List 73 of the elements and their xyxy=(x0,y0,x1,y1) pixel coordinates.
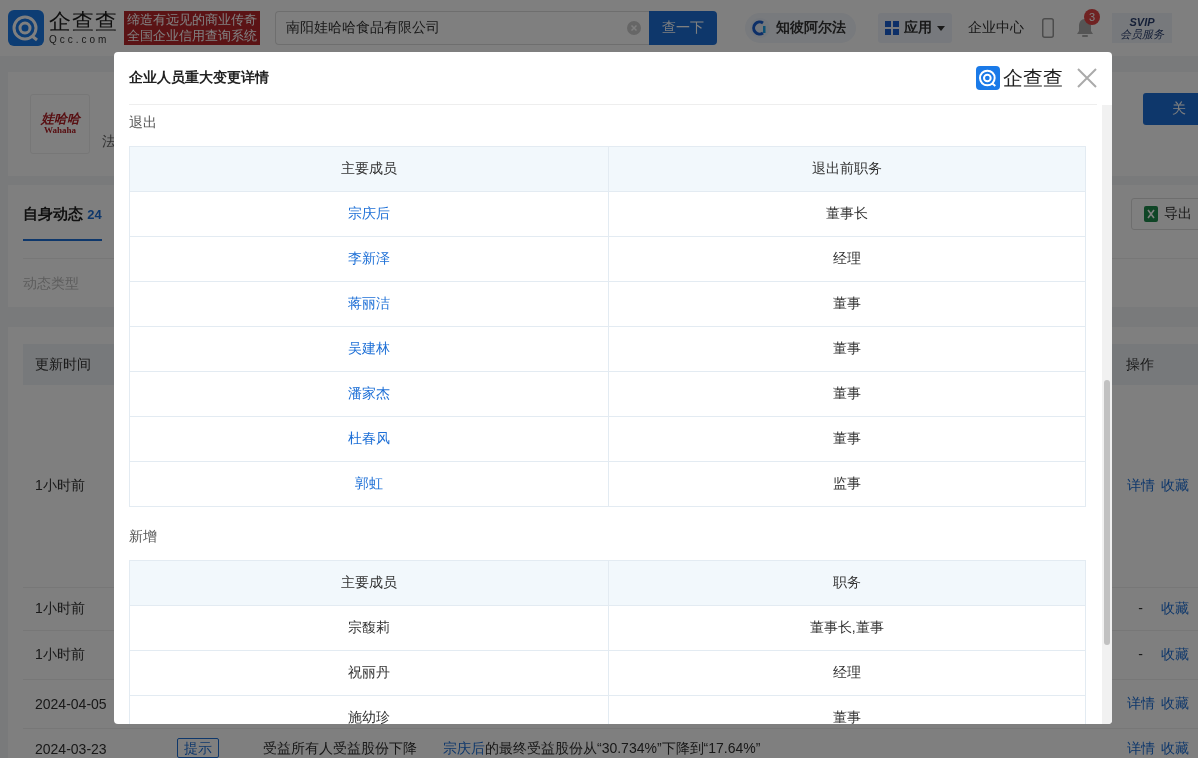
member-name: 宗馥莉 xyxy=(347,619,390,637)
enterprise-center-link[interactable]: 企业中心 xyxy=(968,19,1024,37)
action-text: - xyxy=(1137,646,1144,664)
action-link[interactable]: 收藏 xyxy=(1160,646,1189,664)
action-link[interactable]: 收藏 xyxy=(1160,477,1189,495)
search-field[interactable]: 南阳娃哈哈食品有限公司 xyxy=(275,11,649,45)
legal-rep-label: 法 xyxy=(102,133,116,151)
member-link[interactable]: 郭虹 xyxy=(354,475,383,493)
dialog-title: 企业人员重大变更详情 xyxy=(129,69,269,87)
search-button[interactable]: 查一下 xyxy=(649,11,717,45)
apps-menu[interactable]: 应用 xyxy=(878,13,952,43)
clear-icon[interactable] xyxy=(627,21,641,35)
member-link[interactable]: 杜春风 xyxy=(347,430,390,448)
close-icon[interactable] xyxy=(1077,68,1097,88)
brand-button[interactable]: 知彼阿尔法 xyxy=(745,13,856,43)
role-text: 董事 xyxy=(832,385,861,403)
member-link[interactable]: 蒋丽洁 xyxy=(347,295,390,313)
logo-name[interactable]: 企查查 xyxy=(49,11,118,33)
role-text: 董事 xyxy=(832,430,861,448)
time-cell-text: 2024-03-23 xyxy=(34,741,108,757)
action-link[interactable]: 详情 xyxy=(1126,740,1155,758)
role-text: 董事 xyxy=(832,709,861,724)
column-header: 主要成员 xyxy=(339,573,398,592)
logo-name: 企查查 xyxy=(1003,65,1063,91)
column-header: 主要成员 xyxy=(339,159,398,178)
role-text: 经理 xyxy=(832,250,861,268)
column-header: 操作 xyxy=(1125,355,1155,374)
role-text: 经理 xyxy=(832,664,861,682)
member-link[interactable]: 吴建林 xyxy=(347,340,390,358)
event-type: 受益所有人受益股份下降 xyxy=(263,740,417,756)
slogan-banner: 缔造有远见的商业传奇 全国企业信用查询系统 xyxy=(124,11,260,45)
action-link[interactable]: 详情 xyxy=(1126,695,1155,713)
vip-button[interactable]: SVIP 会员服务 xyxy=(1112,12,1172,44)
time-cell-text: 2024-04-05 xyxy=(34,696,108,712)
role-text: 董事 xyxy=(832,340,861,358)
member-link[interactable]: 潘家杰 xyxy=(347,385,390,403)
scrollbar[interactable] xyxy=(1102,105,1112,724)
action-link[interactable]: 详情 xyxy=(1126,477,1155,495)
tab[interactable]: 自身动态 24 xyxy=(23,205,102,241)
logo-domain: Qcc.com xyxy=(49,35,111,45)
role-text: 监事 xyxy=(832,475,861,493)
hint-tag: 提示 xyxy=(177,738,219,758)
action-link[interactable]: 收藏 xyxy=(1160,740,1189,758)
section-heading: 退出 xyxy=(129,113,158,132)
time-cell-text: 1小时前 xyxy=(34,477,86,495)
follow-button[interactable]: 关 xyxy=(1143,93,1198,125)
role-text: 董事长 xyxy=(825,205,868,223)
event-content: 宗庆后的最终受益股份从“30.734%”下降到“17.64%” xyxy=(443,740,761,756)
person-link[interactable]: 宗庆后 xyxy=(443,740,485,756)
grid-icon xyxy=(885,21,899,35)
column-header: 退出前职务 xyxy=(607,147,1085,191)
column-header: 职务 xyxy=(607,561,1085,605)
export-button[interactable]: 导出 xyxy=(1131,198,1198,230)
member-link[interactable]: 李新泽 xyxy=(347,250,390,268)
section-heading: 新增 xyxy=(129,527,158,546)
role-text: 董事 xyxy=(832,295,861,313)
notification-badge: 3 xyxy=(1084,9,1100,25)
action-link[interactable]: 收藏 xyxy=(1160,600,1189,618)
column-header: 更新时间 xyxy=(34,355,92,374)
member-link[interactable]: 宗庆后 xyxy=(347,205,390,223)
spreadsheet-icon xyxy=(1144,206,1158,222)
phone-icon[interactable] xyxy=(1042,18,1054,38)
caret-icon xyxy=(937,25,945,31)
member-name: 祝丽丹 xyxy=(347,664,390,682)
action-text: - xyxy=(1137,600,1144,618)
member-name: 施幼珍 xyxy=(347,709,390,724)
logo-icon[interactable] xyxy=(8,10,44,46)
role-text: 董事长,董事 xyxy=(809,619,884,637)
action-link[interactable]: 收藏 xyxy=(1160,695,1189,713)
logo-icon xyxy=(976,66,1000,90)
time-cell-text: 1小时前 xyxy=(34,646,86,664)
company-logo: 娃哈哈 Wahaha xyxy=(30,94,90,154)
time-cell-text: 1小时前 xyxy=(34,600,86,618)
